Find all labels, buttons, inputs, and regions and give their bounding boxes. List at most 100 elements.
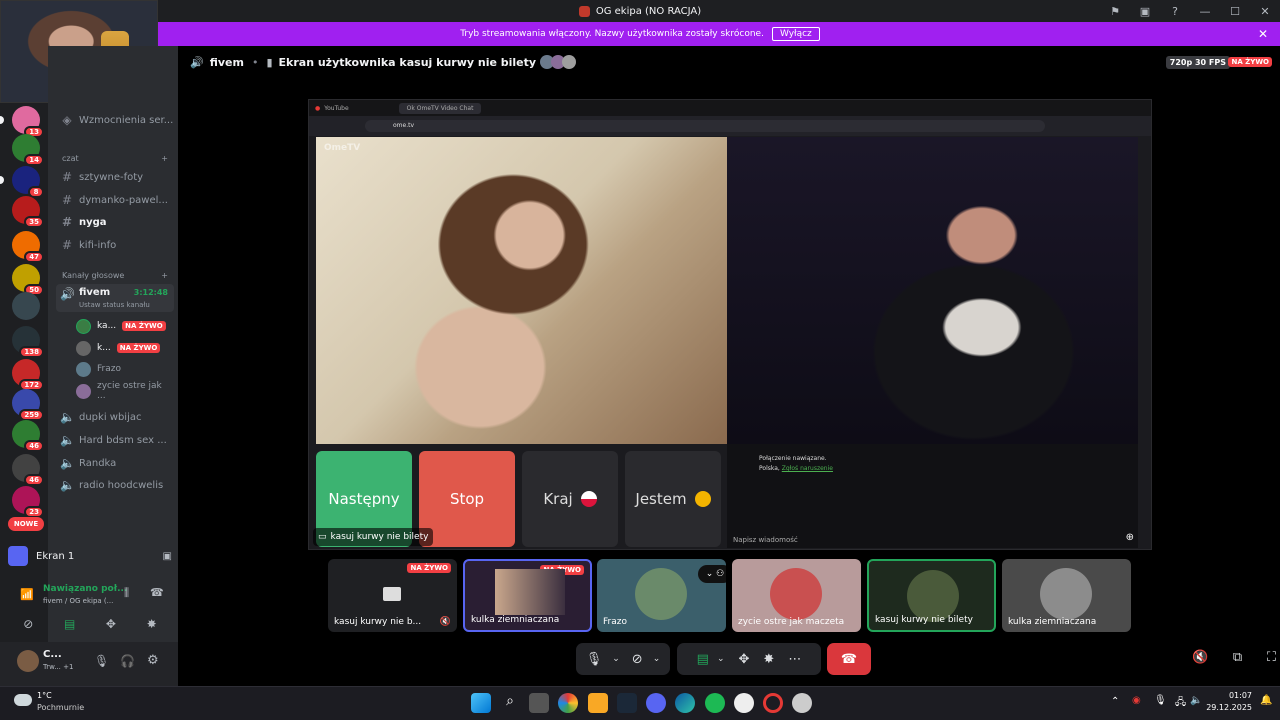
server-icon[interactable]: 47 — [12, 231, 44, 263]
server-icon[interactable]: 46 — [12, 420, 44, 452]
channel-nyga[interactable]: # nyga — [56, 212, 174, 232]
camera-off-icon[interactable]: ⊘ — [632, 652, 643, 667]
popout-icon[interactable]: ⧉ — [1233, 650, 1242, 670]
more-icon[interactable]: ⋯ — [788, 652, 801, 667]
maximize-button[interactable]: ☐ — [1220, 0, 1250, 22]
microphone-icon[interactable]: 🎙 — [94, 654, 109, 668]
task-view-icon[interactable] — [529, 693, 549, 713]
channel-dymanko[interactable]: # dymanko-pawel... — [56, 190, 174, 210]
chat-input[interactable]: Napisz wiadomość — [733, 536, 798, 544]
server-icon[interactable]: 172 — [12, 359, 44, 391]
weather-temp[interactable]: 1°C — [37, 691, 52, 700]
spotify-icon[interactable] — [705, 693, 725, 713]
chevron-down-icon[interactable]: ⌄ — [653, 654, 661, 664]
participant-tile[interactable]: NA ŻYWO kulka ziemniaczana — [463, 559, 592, 632]
clock-date[interactable]: 29.12.2025 — [1204, 703, 1252, 712]
voice-channel[interactable]: 🔈 Randka — [56, 453, 174, 473]
new-unread-pill[interactable]: NOWE — [8, 517, 44, 531]
server-icon[interactable]: 8 — [12, 166, 44, 198]
chevron-down-icon[interactable]: ⌄ — [717, 654, 725, 664]
app-icon[interactable] — [792, 693, 812, 713]
zoom-icon[interactable]: ⊕ — [1126, 532, 1134, 543]
minimize-button[interactable]: — — [1190, 0, 1220, 22]
plus-icon[interactable]: + — [161, 154, 168, 163]
channel-sztywne-foty[interactable]: # sztywne-foty — [56, 167, 174, 187]
file-explorer-icon[interactable] — [588, 693, 608, 713]
voice-user[interactable]: k... NA ŻYWO — [76, 338, 172, 358]
url-field[interactable]: ome.tv — [365, 120, 1045, 132]
disable-streamer-mode-button[interactable]: Wyłącz — [771, 27, 820, 41]
fullscreen-icon[interactable]: ⛶ — [1267, 650, 1276, 670]
flag-icon[interactable]: ⚑ — [1100, 0, 1130, 22]
headphones-icon[interactable]: 🎧 — [120, 654, 135, 668]
channel-status[interactable]: Ustaw status kanału — [79, 301, 150, 309]
activities-icon[interactable]: ✥ — [106, 617, 116, 631]
search-icon[interactable]: ⌕ — [500, 693, 520, 713]
voice-status-text[interactable]: Nawiązano poł... — [43, 584, 127, 594]
report-link[interactable]: Zgłoś naruszenie — [782, 465, 833, 472]
server-icon[interactable]: 13 — [12, 106, 44, 138]
country-button[interactable]: Kraj — [522, 451, 618, 547]
close-icon[interactable]: ✕ — [1258, 27, 1268, 41]
end-call-button[interactable]: ☎ — [827, 643, 871, 675]
network-icon[interactable]: 🖧 — [1175, 695, 1186, 712]
browser-tab-active[interactable]: Ok OmeTV Video Chat — [398, 102, 482, 114]
voice-channel[interactable]: 🔈 Hard bdsm sex ... — [56, 430, 174, 450]
server-icon[interactable]: 14 — [12, 134, 44, 166]
chrome-icon[interactable] — [558, 693, 578, 713]
screen-share-video[interactable]: ● YouTube Ok OmeTV Video Chat ome.tv Ome… — [308, 99, 1152, 550]
opera-icon[interactable] — [763, 693, 783, 713]
participant-tile[interactable]: Frazo ⌄ ⚇ — [597, 559, 726, 632]
noise-suppression-icon[interactable]: ⫼ — [124, 586, 129, 600]
screen-share-icon[interactable]: ▤ — [697, 652, 709, 667]
tray-app-icon[interactable]: ◉ — [1132, 695, 1141, 706]
inbox-icon[interactable]: ▣ — [1130, 0, 1160, 22]
edge-icon[interactable] — [675, 693, 695, 713]
voice-user[interactable]: ka... NA ŻYWO — [76, 316, 172, 336]
server-icon[interactable]: 46 — [12, 454, 44, 486]
server-icon[interactable] — [12, 292, 40, 320]
notification-icon[interactable]: 🔔 — [1260, 695, 1272, 706]
server-icon[interactable]: 50 — [12, 264, 44, 296]
chevron-up-icon[interactable]: ⌃ — [1111, 696, 1119, 707]
server-icon[interactable]: 23 — [12, 486, 44, 518]
speaker-icon[interactable]: 🔈 — [1190, 695, 1202, 706]
weather-desc[interactable]: Pochmurnie — [37, 703, 84, 712]
participant-tile[interactable]: zycie ostre jak maczeta — [732, 559, 861, 632]
category-chat[interactable]: czat + — [62, 154, 168, 163]
clock-time[interactable]: 01:07 — [1212, 691, 1252, 700]
plus-icon[interactable]: + — [161, 271, 168, 280]
gender-button[interactable]: Jestem — [625, 451, 721, 547]
disconnect-icon[interactable]: ☎ — [150, 586, 164, 599]
category-voice[interactable]: Kanały głosowe + — [62, 271, 168, 280]
close-window-button[interactable]: ✕ — [1250, 0, 1280, 22]
microphone-icon[interactable]: 🎙 — [586, 652, 603, 667]
start-icon[interactable] — [471, 693, 491, 713]
chevron-down-icon[interactable]: ⌄ ⚇ — [698, 565, 726, 583]
voice-user[interactable]: Frazo — [76, 359, 172, 379]
server-icon[interactable]: 138 — [12, 326, 44, 358]
microphone-icon[interactable]: 🎙 — [1154, 695, 1167, 706]
voice-channel-fivem[interactable]: 🔊 fivem 3:12:48 Ustaw status kanału — [56, 284, 174, 312]
settings-icon[interactable]: ⚙ — [147, 653, 159, 668]
discord-icon[interactable] — [646, 693, 666, 713]
soundboard-icon[interactable]: ✸ — [763, 652, 774, 667]
avatar[interactable] — [17, 650, 39, 672]
activities-icon[interactable]: ✥ — [739, 652, 750, 667]
chevron-down-icon[interactable]: ⌄ — [612, 654, 620, 664]
server-icon[interactable]: 35 — [12, 196, 44, 228]
browser-tab[interactable]: YouTube — [324, 105, 348, 112]
soundboard-icon[interactable]: ✸ — [147, 617, 157, 631]
camera-off-icon[interactable]: ⊘ — [23, 617, 33, 631]
volume-mute-icon[interactable]: 🔇 — [1192, 650, 1208, 670]
channel-kifi-info[interactable]: # kifi-info — [56, 235, 174, 255]
server-boosts-item[interactable]: ◈ Wzmocnienia ser... — [56, 110, 174, 130]
help-icon[interactable]: ? — [1160, 0, 1190, 22]
steam-icon[interactable] — [617, 693, 637, 713]
popout-icon[interactable]: ▣ — [163, 551, 172, 562]
voice-user[interactable]: zycie ostre jak ... — [76, 381, 172, 401]
obs-icon[interactable] — [734, 693, 754, 713]
stop-button[interactable]: Stop — [419, 451, 515, 547]
voice-channel[interactable]: 🔈 radio hoodcwelis — [56, 475, 174, 495]
voice-channel[interactable]: 🔈 dupki wbijac — [56, 407, 174, 427]
